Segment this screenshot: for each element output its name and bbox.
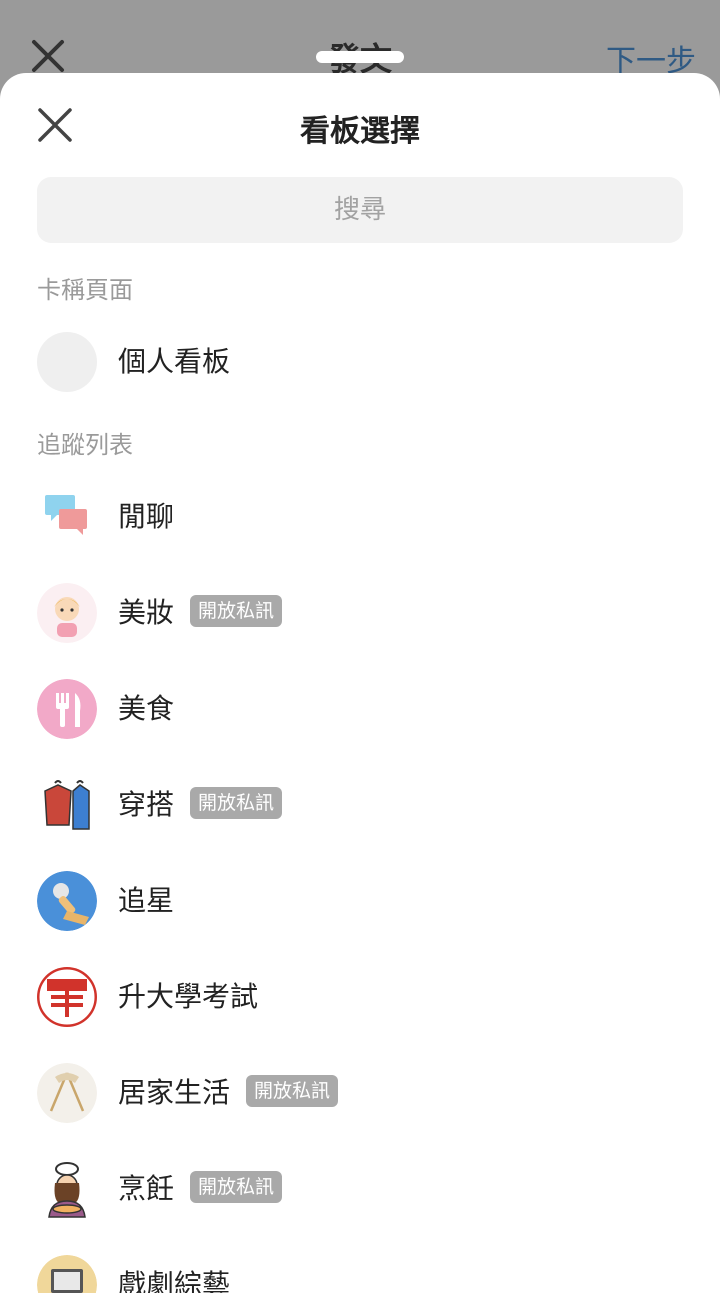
makeup-girl-icon	[37, 583, 97, 643]
board-name: 戲劇綜藝	[118, 1268, 231, 1293]
board-name: 美妝	[118, 596, 175, 629]
board-row[interactable]: 居家生活 開放私訊	[0, 1045, 720, 1141]
section-label-profile: 卡稱頁面	[37, 276, 133, 304]
open-dm-badge: 開放私訊	[246, 1074, 339, 1108]
board-name: 美食	[118, 692, 175, 725]
exam-stamp-icon	[37, 967, 97, 1027]
fork-knife-icon	[37, 679, 97, 739]
board-row[interactable]: 戲劇綜藝	[0, 1237, 720, 1293]
board-name: 居家生活	[118, 1076, 231, 1109]
personal-board-row[interactable]: 個人看板	[0, 314, 720, 410]
board-name: 閒聊	[118, 500, 175, 533]
board-name: 追星	[118, 884, 175, 917]
avatar	[37, 332, 97, 392]
open-dm-badge: 開放私訊	[190, 594, 283, 628]
home-lamp-icon	[37, 1063, 97, 1123]
search-input[interactable]	[37, 177, 683, 243]
board-row[interactable]: 美食	[0, 661, 720, 757]
board-row[interactable]: 閒聊	[0, 469, 720, 565]
sheet-grabber[interactable]	[316, 51, 404, 63]
section-label-following: 追蹤列表	[37, 431, 133, 459]
personal-board-label: 個人看板	[118, 345, 231, 378]
board-row[interactable]: 追星	[0, 853, 720, 949]
chef-icon	[48, 1162, 86, 1218]
board-name: 穿搭	[118, 788, 175, 821]
board-row[interactable]: 美妝 開放私訊	[0, 565, 720, 661]
board-name: 升大學考試	[118, 980, 259, 1013]
clothes-rack-icon	[44, 780, 90, 830]
board-row[interactable]: 烹飪 開放私訊	[0, 1141, 720, 1237]
open-dm-badge: 開放私訊	[190, 1170, 283, 1204]
board-row[interactable]: 升大學考試	[0, 949, 720, 1045]
board-select-sheet: 看板選擇 卡稱頁面 個人看板 追蹤列表 閒聊 美妝 開放私訊	[0, 73, 720, 1293]
chat-bubbles-icon	[45, 495, 87, 535]
board-name: 烹飪	[118, 1172, 175, 1205]
board-row[interactable]: 穿搭 開放私訊	[0, 757, 720, 853]
sheet-title: 看板選擇	[300, 114, 420, 149]
microphone-icon	[37, 871, 97, 931]
open-dm-badge: 開放私訊	[190, 786, 283, 820]
tv-icon	[37, 1255, 97, 1293]
